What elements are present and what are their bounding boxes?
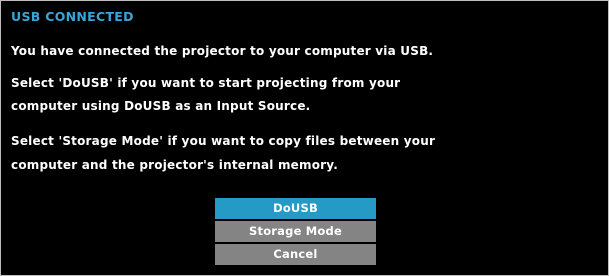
message-line: computer using DoUSB as an Input Source. <box>11 99 311 113</box>
cancel-option[interactable]: Cancel <box>215 244 376 265</box>
storage-mode-option[interactable]: Storage Mode <box>215 221 376 242</box>
message-line: You have connected the projector to your… <box>11 44 434 58</box>
message-line: Select 'DoUSB' if you want to start proj… <box>11 76 401 90</box>
usb-connected-dialog: USB CONNECTED You have connected the pro… <box>0 0 609 276</box>
option-menu: DoUSB Storage Mode Cancel <box>215 198 376 267</box>
message-line: Select 'Storage Mode' if you want to cop… <box>11 134 436 148</box>
dousb-option[interactable]: DoUSB <box>215 198 376 219</box>
message-line: computer and the projector's internal me… <box>11 158 338 172</box>
dialog-title: USB CONNECTED <box>11 9 134 24</box>
